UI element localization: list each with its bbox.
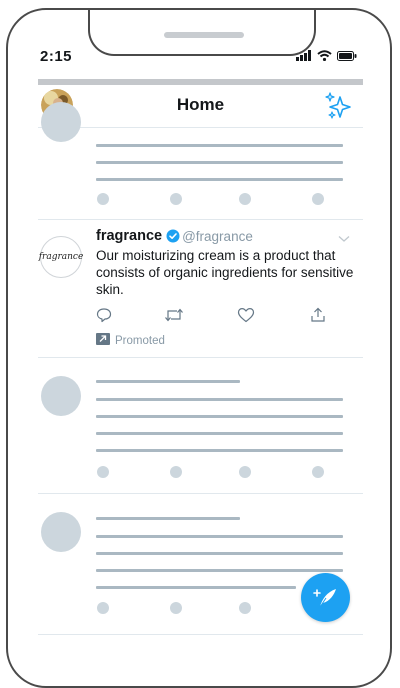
tweet-actions — [96, 307, 356, 325]
skeleton-action — [239, 602, 251, 614]
skeleton-line — [96, 161, 343, 164]
status-time: 2:15 — [40, 48, 73, 65]
chevron-down-icon[interactable] — [338, 230, 350, 248]
brand-logo-text: fragrance — [38, 252, 84, 262]
status-icons — [296, 50, 357, 61]
skeleton-action — [312, 193, 324, 205]
tweet-author-name[interactable]: fragrance — [96, 228, 162, 244]
wifi-icon — [317, 50, 332, 61]
divider — [38, 493, 363, 494]
retweet-icon[interactable] — [164, 307, 184, 328]
skeleton-line — [96, 449, 343, 452]
skeleton-action — [97, 193, 109, 205]
promoted-icon — [96, 332, 110, 350]
skeleton-line — [96, 144, 343, 147]
skeleton-line — [96, 415, 343, 418]
skeleton-line — [96, 535, 343, 538]
skeleton-action — [312, 466, 324, 478]
skeleton-line — [96, 178, 343, 181]
skeleton-action — [97, 602, 109, 614]
divider — [38, 634, 363, 635]
skeleton-action — [170, 193, 182, 205]
promoted-label: Promoted — [115, 335, 165, 347]
skeleton-line — [96, 586, 296, 589]
skeleton-line — [96, 432, 343, 435]
skeleton-action — [239, 466, 251, 478]
skeleton-avatar — [41, 512, 81, 552]
promoted-tweet[interactable]: fragrance fragrance @fragrance Our moist… — [38, 220, 363, 357]
skeleton-action — [239, 193, 251, 205]
like-icon[interactable] — [237, 307, 255, 328]
brand-logo[interactable]: fragrance — [38, 236, 84, 278]
promoted-badge: Promoted — [96, 332, 165, 350]
skeleton-avatar — [41, 102, 81, 142]
skeleton-line — [96, 380, 240, 383]
skeleton-action — [170, 602, 182, 614]
tweet-handle[interactable]: @fragrance — [182, 229, 253, 244]
skeleton-line — [96, 517, 240, 520]
tweet-header: fragrance @fragrance — [96, 228, 253, 244]
divider — [38, 357, 363, 358]
compose-tweet-button[interactable] — [301, 573, 350, 622]
share-icon[interactable] — [310, 307, 326, 328]
battery-icon — [337, 50, 357, 61]
signal-icon — [296, 50, 311, 61]
tweet-text: Our moisturizing cream is a product that… — [96, 248, 354, 297]
home-header: Home — [38, 85, 363, 128]
reply-icon[interactable] — [96, 307, 112, 328]
compose-icon — [312, 588, 336, 607]
skeleton-line — [96, 398, 343, 401]
skeleton-action — [97, 466, 109, 478]
skeleton-avatar — [41, 376, 81, 416]
skeleton-line — [96, 569, 343, 572]
verified-icon — [166, 229, 180, 243]
page-title: Home — [176, 95, 225, 114]
phone-notch — [88, 10, 316, 56]
skeleton-action — [170, 466, 182, 478]
sparkle-icon[interactable] — [324, 91, 354, 126]
speaker-grille — [164, 32, 244, 38]
skeleton-line — [96, 552, 343, 555]
